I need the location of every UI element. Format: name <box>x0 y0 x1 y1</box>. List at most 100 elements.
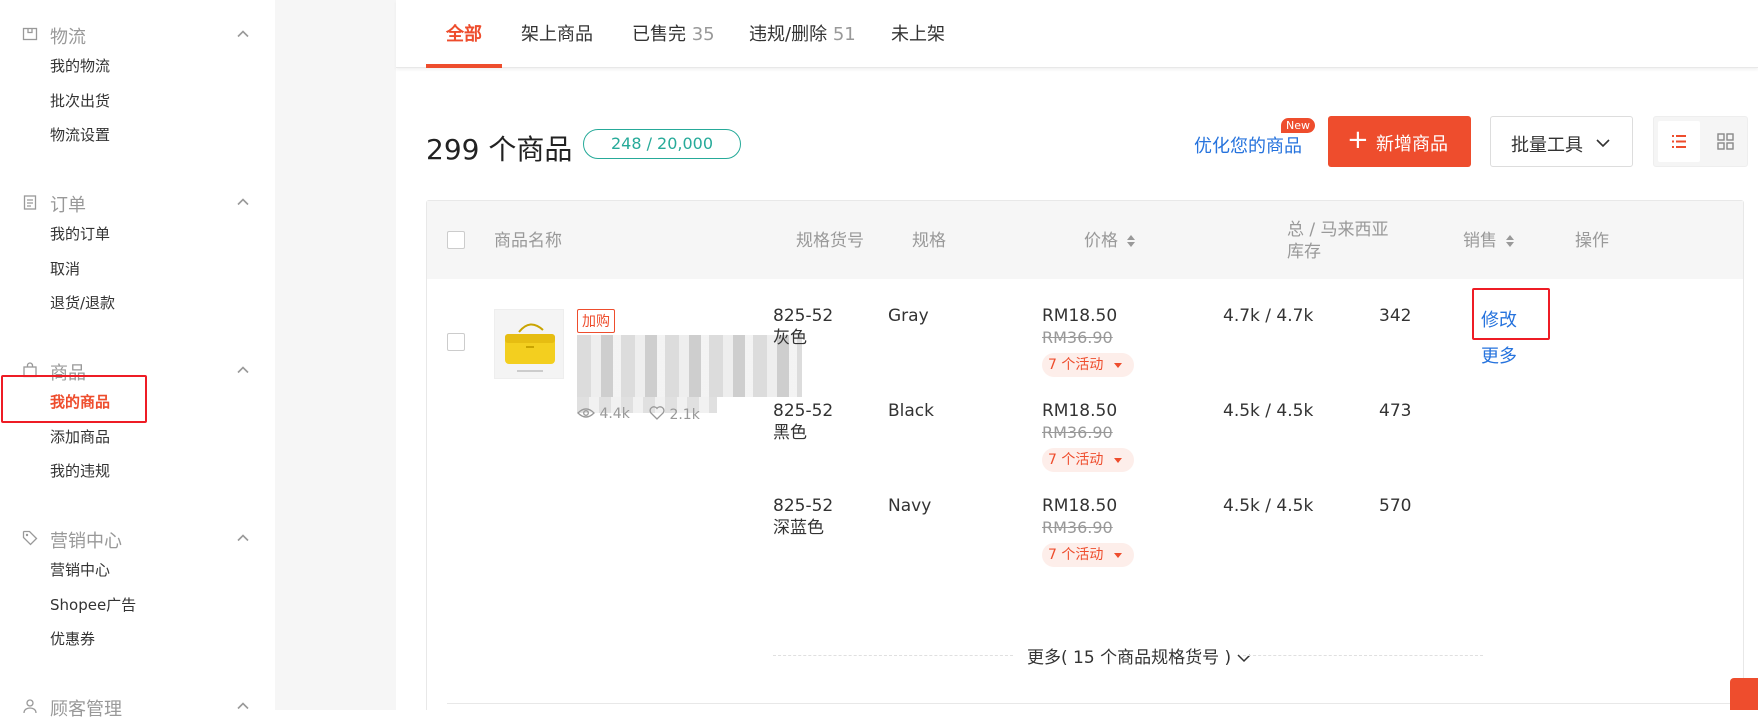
sort-icon <box>1127 235 1136 247</box>
column-header-stock: 总 / 马来西亚 库存 <box>1287 220 1389 262</box>
nav-group-customers: 顾客管理 <box>0 691 275 721</box>
floating-chat-button[interactable] <box>1730 678 1758 710</box>
tab-label: 全部 <box>446 24 482 45</box>
sidebar-item-vouchers[interactable]: 优惠券 <box>0 622 275 657</box>
nav-group-title: 订单 <box>50 195 86 216</box>
main-content: 全部 架上商品 已售完 35 违规/删除 51 未上架 299 个商品 248 … <box>396 0 1758 710</box>
blurred-product-name[interactable] <box>577 335 802 397</box>
nav-group-marketing: 营销中心 营销中心 Shopee广告 优惠券 <box>0 523 275 657</box>
price-cell: RM18.50 RM36.90 <box>1042 400 1117 444</box>
stock-cell: 4.7k / 4.7k <box>1223 306 1314 326</box>
more-variations-toggle[interactable]: 更多( 15 个商品规格货号 ) <box>1027 643 1251 668</box>
sku-code: 825-52 <box>773 496 834 516</box>
sidebar-item-batch-shipping[interactable]: 批次出货 <box>0 84 275 119</box>
tab-label: 未上架 <box>891 24 945 45</box>
view-toggle <box>1653 116 1748 167</box>
product-quota-badge: 248 / 20,000 <box>583 129 741 159</box>
likes-stat: 2.1k <box>649 406 700 423</box>
tab-unlisted[interactable]: 未上架 <box>891 20 945 46</box>
add-product-button[interactable]: + 新增商品 <box>1328 116 1471 167</box>
tab-sold-out[interactable]: 已售完 35 <box>632 20 715 46</box>
divider <box>773 655 1013 656</box>
column-header-price[interactable]: 价格 <box>1084 230 1136 252</box>
sidebar-item-returns[interactable]: 退货/退款 <box>0 286 275 321</box>
yellow-handbag-image <box>505 323 555 372</box>
row-checkbox[interactable] <box>447 333 465 351</box>
column-header-actions: 操作 <box>1575 231 1609 251</box>
chevron-down-icon <box>1236 654 1251 663</box>
promotions-label: 7 个活动 <box>1048 452 1104 468</box>
chevron-up-icon[interactable] <box>236 699 250 713</box>
nav-group-logistics: 物流 我的物流 批次出货 物流设置 <box>0 19 275 153</box>
sales-header-label: 销售 <box>1463 231 1497 251</box>
bulk-tools-dropdown[interactable]: 批量工具 <box>1490 116 1633 167</box>
promotions-dropdown[interactable]: 7 个活动 <box>1042 448 1134 472</box>
column-header-sku: 规格货号 <box>796 231 864 251</box>
select-all-checkbox[interactable] <box>447 231 465 249</box>
sales-cell: 473 <box>1379 401 1412 421</box>
user-icon <box>23 699 37 714</box>
tab-label: 已售完 <box>632 24 686 45</box>
price-cell: RM18.50 RM36.90 <box>1042 305 1117 349</box>
column-header-sales[interactable]: 销售 <box>1463 230 1515 252</box>
column-header-variation: 规格 <box>912 231 946 251</box>
nav-group-header-customers[interactable]: 顾客管理 <box>0 691 275 721</box>
column-header-name: 商品名称 <box>494 231 562 251</box>
promotions-label: 7 个活动 <box>1048 547 1104 563</box>
sidebar-item-my-orders[interactable]: 我的订单 <box>0 217 275 252</box>
sidebar-item-my-logistics[interactable]: 我的物流 <box>0 49 275 84</box>
sidebar-item-my-violations[interactable]: 我的违规 <box>0 454 275 489</box>
nav-group-header-marketing[interactable]: 营销中心 <box>0 523 275 553</box>
sort-icon <box>1506 235 1515 247</box>
sidebar-item-shopee-ads[interactable]: Shopee广告 <box>0 588 275 623</box>
optimize-products-link[interactable]: 优化您的商品 <box>1194 132 1302 158</box>
sku-code: 825-52 <box>773 401 834 421</box>
bulk-tools-label: 批量工具 <box>1511 135 1583 156</box>
sidebar-item-logistics-settings[interactable]: 物流设置 <box>0 118 275 153</box>
content-gutter <box>275 0 396 710</box>
sku-color: 深蓝色 <box>773 518 824 538</box>
nav-group-header-logistics[interactable]: 物流 <box>0 19 275 49</box>
caret-down-icon <box>1114 553 1122 558</box>
chevron-up-icon[interactable] <box>236 27 250 41</box>
new-badge: New <box>1281 118 1315 133</box>
product-count-title: 299 个商品 <box>426 133 573 166</box>
clipboard-icon <box>23 195 37 210</box>
chevron-up-icon[interactable] <box>236 531 250 545</box>
nav-group-orders: 订单 我的订单 取消 退货/退款 <box>0 187 275 321</box>
grid-view-button[interactable] <box>1704 121 1746 162</box>
nav-group-title: 顾客管理 <box>50 699 122 720</box>
status-tabs: 全部 架上商品 已售完 35 违规/删除 51 未上架 <box>396 0 1758 68</box>
tab-count: 51 <box>832 24 856 45</box>
row-divider <box>447 703 1743 704</box>
promotions-dropdown[interactable]: 7 个活动 <box>1042 543 1134 567</box>
tab-violation[interactable]: 违规/删除 51 <box>749 20 856 46</box>
tab-label: 违规/删除 <box>749 24 828 45</box>
plus-icon: + <box>1347 125 1369 155</box>
more-actions-link[interactable]: 更多 <box>1481 342 1517 368</box>
chevron-up-icon[interactable] <box>236 195 250 209</box>
chevron-up-icon[interactable] <box>236 363 250 377</box>
tag-icon <box>22 530 38 546</box>
tab-all[interactable]: 全部 <box>446 20 482 46</box>
sidebar-item-marketing-centre[interactable]: 营销中心 <box>0 553 275 588</box>
original-price: RM36.90 <box>1042 423 1113 442</box>
promotions-dropdown[interactable]: 7 个活动 <box>1042 353 1134 377</box>
tab-live[interactable]: 架上商品 <box>521 20 593 46</box>
variation-cell: Navy <box>888 496 932 516</box>
price: RM18.50 <box>1042 401 1118 421</box>
sidebar-item-cancellations[interactable]: 取消 <box>0 252 275 287</box>
list-view-button[interactable] <box>1658 121 1700 162</box>
nav-group-title: 物流 <box>50 27 86 48</box>
sales-cell: 342 <box>1379 306 1412 326</box>
price-cell: RM18.50 RM36.90 <box>1042 495 1117 539</box>
variation-cell: Black <box>888 401 934 421</box>
product-thumbnail[interactable] <box>494 309 564 379</box>
tab-count: 35 <box>691 24 715 45</box>
price-header-label: 价格 <box>1084 231 1118 251</box>
sidebar-item-add-product[interactable]: 添加商品 <box>0 420 275 455</box>
heart-icon <box>649 406 665 420</box>
eye-icon <box>577 408 595 418</box>
highlight-box-edit <box>1472 288 1550 340</box>
nav-group-header-orders[interactable]: 订单 <box>0 187 275 217</box>
